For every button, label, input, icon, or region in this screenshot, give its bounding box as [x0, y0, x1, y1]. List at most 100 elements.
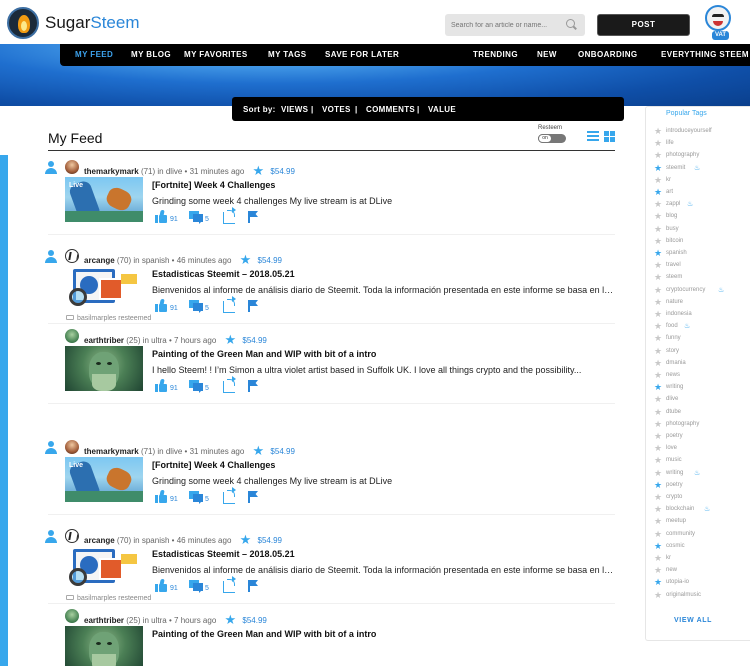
nav-item-my-blog[interactable]: MY BLOG [131, 50, 171, 59]
star-icon[interactable]: ★ [654, 443, 662, 453]
star-icon[interactable]: ★ [654, 236, 662, 246]
post-author[interactable]: arcange [84, 536, 115, 545]
author-avatar[interactable] [65, 249, 79, 263]
post-category[interactable]: in spanish [133, 256, 169, 265]
star-icon[interactable]: ★ [654, 333, 662, 343]
post-category[interactable]: in dlive [157, 167, 182, 176]
star-icon[interactable]: ★ [654, 187, 662, 197]
nav-item-trending[interactable]: TRENDING [473, 50, 518, 59]
search-icon[interactable] [566, 19, 575, 28]
star-icon[interactable]: ★ [654, 358, 662, 368]
star-icon[interactable]: ★ [654, 431, 662, 441]
star-icon[interactable]: ★ [654, 419, 662, 429]
post-title[interactable]: [Fortnite] Week 4 Challenges [152, 460, 275, 470]
view-all-link[interactable]: VIEW ALL [674, 617, 712, 624]
nav-item-everything-steem[interactable]: EVERYTHING STEEM [661, 50, 749, 59]
author-avatar[interactable] [65, 529, 79, 543]
post-author[interactable]: themarkymark [84, 167, 139, 176]
star-icon[interactable]: ★ [654, 590, 662, 600]
sugarsteem-logo[interactable] [7, 7, 39, 39]
star-icon[interactable]: ★ [654, 541, 662, 551]
star-icon[interactable]: ★ [654, 577, 662, 587]
post-thumbnail[interactable]: Live [65, 457, 143, 502]
nav-item-save-for-later[interactable]: SAVE FOR LATER [325, 50, 399, 59]
star-icon[interactable]: ★ [654, 553, 662, 563]
star-icon[interactable]: ★ [654, 346, 662, 356]
star-icon[interactable]: ★ [225, 612, 237, 627]
post-category[interactable]: in dlive [157, 447, 182, 456]
post-thumbnail[interactable] [65, 626, 143, 666]
nav-item-my-feed[interactable]: MY FEED [75, 50, 113, 59]
user-avatar[interactable]: VAT [703, 5, 733, 41]
star-icon[interactable]: ★ [654, 126, 662, 136]
post-thumbnail[interactable] [65, 346, 143, 391]
post-author[interactable]: earthtriber [84, 336, 124, 345]
star-icon[interactable]: ★ [253, 443, 265, 458]
follow-user-icon[interactable] [44, 250, 58, 264]
sort-option-views[interactable]: VIEWS [281, 105, 308, 114]
star-icon[interactable]: ★ [654, 248, 662, 258]
search-input[interactable] [451, 17, 563, 33]
post-thumbnail[interactable] [65, 546, 143, 591]
star-icon[interactable]: ★ [654, 492, 662, 502]
star-icon[interactable]: ★ [654, 468, 662, 478]
post-title[interactable]: Painting of the Green Man and WIP with b… [152, 349, 376, 359]
star-icon[interactable]: ★ [654, 504, 662, 514]
star-icon[interactable]: ★ [225, 332, 237, 347]
post-author[interactable]: arcange [84, 256, 115, 265]
sort-option-votes[interactable]: VOTES [322, 105, 351, 114]
sort-option-value[interactable]: VALUE [428, 105, 456, 114]
star-icon[interactable]: ★ [654, 321, 662, 331]
star-icon[interactable]: ★ [654, 211, 662, 221]
star-icon[interactable]: ★ [654, 297, 662, 307]
star-icon[interactable]: ★ [654, 516, 662, 526]
star-icon[interactable]: ★ [654, 138, 662, 148]
star-icon[interactable]: ★ [654, 529, 662, 539]
star-icon[interactable]: ★ [654, 260, 662, 270]
star-icon[interactable]: ★ [654, 175, 662, 185]
sort-option-comments[interactable]: COMMENTS [366, 105, 415, 114]
author-avatar[interactable] [65, 609, 79, 623]
star-icon[interactable]: ★ [654, 370, 662, 380]
post-author[interactable]: earthtriber [84, 616, 124, 625]
star-icon[interactable]: ★ [654, 272, 662, 282]
star-icon[interactable]: ★ [654, 224, 662, 234]
star-icon[interactable]: ★ [654, 407, 662, 417]
star-icon[interactable]: ★ [654, 285, 662, 295]
post-category[interactable]: in ultra [143, 336, 167, 345]
star-icon[interactable]: ★ [654, 565, 662, 575]
follow-user-icon[interactable] [44, 161, 58, 175]
star-icon[interactable]: ★ [240, 532, 252, 547]
star-icon[interactable]: ★ [654, 309, 662, 319]
list-view-icon[interactable] [587, 131, 599, 142]
post-category[interactable]: in ultra [143, 616, 167, 625]
star-icon[interactable]: ★ [253, 163, 265, 178]
post-button[interactable]: POST [597, 14, 690, 36]
author-avatar[interactable] [65, 329, 79, 343]
post-thumbnail[interactable] [65, 266, 143, 311]
post-title[interactable]: Painting of the Green Man and WIP with b… [152, 629, 376, 639]
nav-item-onboarding[interactable]: ONBOARDING [578, 50, 638, 59]
star-icon[interactable]: ★ [654, 382, 662, 392]
author-avatar[interactable] [65, 160, 79, 174]
post-title[interactable]: [Fortnite] Week 4 Challenges [152, 180, 275, 190]
star-icon[interactable]: ★ [654, 394, 662, 404]
star-icon[interactable]: ★ [654, 163, 662, 173]
resteem-toggle[interactable]: on [538, 134, 566, 143]
star-icon[interactable]: ★ [654, 199, 662, 209]
follow-user-icon[interactable] [44, 441, 58, 455]
star-icon[interactable]: ★ [654, 455, 662, 465]
star-icon[interactable]: ★ [654, 480, 662, 490]
post-title[interactable]: Estadisticas Steemit – 2018.05.21 [152, 549, 295, 559]
author-avatar[interactable] [65, 440, 79, 454]
nav-item-new[interactable]: NEW [537, 50, 557, 59]
post-thumbnail[interactable]: Live [65, 177, 143, 222]
star-icon[interactable]: ★ [240, 252, 252, 267]
nav-item-my-tags[interactable]: MY TAGS [268, 50, 307, 59]
post-title[interactable]: Estadisticas Steemit – 2018.05.21 [152, 269, 295, 279]
post-category[interactable]: in spanish [133, 536, 169, 545]
follow-user-icon[interactable] [44, 530, 58, 544]
post-author[interactable]: themarkymark [84, 447, 139, 456]
nav-item-my-favorites[interactable]: MY FAVORITES [184, 50, 248, 59]
grid-view-icon[interactable] [604, 131, 615, 142]
